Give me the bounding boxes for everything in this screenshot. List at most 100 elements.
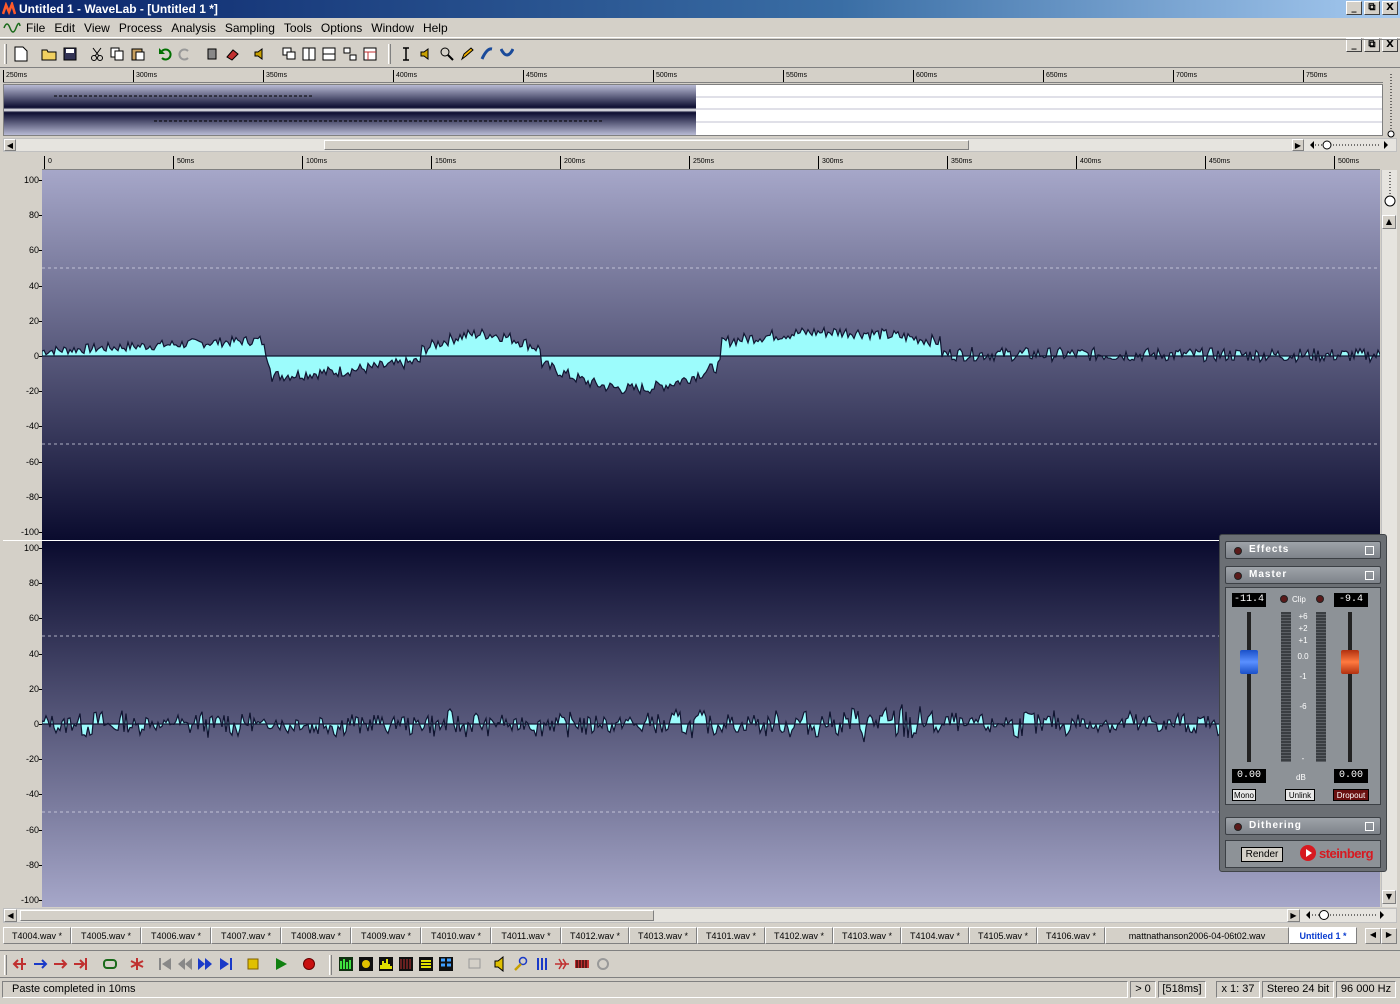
fast-forward-icon[interactable] [196, 955, 214, 973]
undo-icon[interactable] [155, 44, 175, 64]
trim-icon[interactable] [202, 44, 222, 64]
effects-section-header[interactable]: Effects [1225, 541, 1381, 559]
document-tab[interactable]: mattnathanson2006-04-06t02.wav [1105, 927, 1289, 944]
eraser-icon[interactable] [222, 44, 242, 64]
zoom-factor[interactable]: x 1: 37 [1216, 981, 1260, 998]
document-tab[interactable]: T4104.wav * [901, 927, 969, 944]
marker-right-icon[interactable] [52, 955, 70, 973]
toolbar-grip[interactable] [4, 955, 7, 975]
unlink-button[interactable]: Unlink [1285, 789, 1315, 801]
rewind-icon[interactable] [176, 955, 194, 973]
menu-help[interactable]: Help [421, 21, 455, 35]
scroll-up-icon[interactable]: ▲ [1382, 215, 1396, 229]
sample-rate[interactable]: 96 000 Hz [1336, 981, 1396, 998]
record-icon[interactable] [300, 955, 318, 973]
scroll-left-icon[interactable]: ◀ [4, 909, 17, 922]
scroll-right-icon[interactable]: ▶ [1287, 909, 1300, 922]
phasescope-icon[interactable] [357, 955, 375, 973]
left-fader-track[interactable] [1247, 612, 1251, 762]
loop-icon[interactable] [101, 955, 119, 973]
document-tab[interactable]: T4008.wav * [281, 927, 351, 944]
pencil-icon[interactable] [457, 44, 477, 64]
document-tab[interactable]: T4009.wav * [351, 927, 421, 944]
tile-vertical-icon[interactable] [299, 44, 319, 64]
go-to-start-icon[interactable] [156, 955, 174, 973]
sync-icon[interactable] [594, 955, 612, 973]
close-button[interactable]: X [1382, 1, 1398, 15]
menu-view[interactable]: View [82, 21, 117, 35]
overview-time-ruler[interactable]: 250ms 300ms 350ms 400ms 450ms 500ms 550ms 600ms… [3, 70, 1383, 83]
document-tab[interactable]: T4011.wav * [491, 927, 561, 944]
waveform-right-channel[interactable] [42, 541, 1380, 907]
document-tab[interactable]: T4010.wav * [421, 927, 491, 944]
document-tab[interactable]: T4013.wav * [629, 927, 697, 944]
text-cursor-icon[interactable] [396, 44, 416, 64]
minimize-button[interactable]: _ [1346, 1, 1362, 15]
save-icon[interactable] [60, 44, 80, 64]
left-gain-display[interactable]: 0.00 [1232, 769, 1266, 783]
menu-analysis[interactable]: Analysis [169, 21, 223, 35]
toolbar-grip[interactable] [4, 44, 7, 64]
tile-horizontal-icon[interactable] [319, 44, 339, 64]
open-folder-icon[interactable] [39, 44, 59, 64]
effects-power-led[interactable] [1234, 547, 1242, 555]
edit-disabled-icon[interactable] [466, 955, 484, 973]
document-tab[interactable]: T4004.wav * [3, 927, 71, 944]
windows-cascade-icon[interactable] [279, 44, 299, 64]
play-icon[interactable] [272, 955, 290, 973]
tab-next-icon[interactable]: ▶ [1381, 928, 1397, 944]
pause-icon[interactable] [533, 955, 551, 973]
audio-format[interactable]: Stereo 24 bit [1262, 981, 1334, 998]
oscilloscope-icon[interactable] [397, 955, 415, 973]
cut-icon[interactable] [87, 44, 107, 64]
play-tool-icon[interactable] [416, 44, 436, 64]
menu-options[interactable]: Options [319, 21, 369, 35]
right-gain-display[interactable]: 0.00 [1334, 769, 1368, 783]
clip-left-led[interactable] [1280, 595, 1288, 603]
document-tab[interactable]: Untitled 1 * [1289, 927, 1357, 944]
horizontal-scrollbar[interactable]: ◀ ▶ [3, 908, 1397, 923]
document-tab[interactable]: T4006.wav * [141, 927, 211, 944]
noise-icon[interactable] [573, 955, 591, 973]
clip-right-led[interactable] [1316, 595, 1324, 603]
master-expand-checkbox[interactable] [1365, 571, 1374, 580]
workspace-icon[interactable] [360, 44, 380, 64]
speaker-icon[interactable] [250, 44, 270, 64]
overview-scroll-thumb[interactable] [324, 140, 969, 150]
overview-waveform[interactable] [3, 84, 1383, 136]
wavescope-icon[interactable] [417, 955, 435, 973]
effects-expand-checkbox[interactable] [1365, 546, 1374, 555]
dithering-power-led[interactable] [1234, 823, 1242, 831]
menu-tools[interactable]: Tools [282, 21, 319, 35]
overview-vertical-zoom[interactable] [1385, 70, 1397, 138]
punch-icon[interactable] [128, 955, 146, 973]
dithering-expand-checkbox[interactable] [1365, 822, 1374, 831]
tab-prev-icon[interactable]: ◀ [1365, 928, 1381, 944]
search-tool-icon[interactable] [512, 955, 530, 973]
document-tab[interactable]: T4007.wav * [211, 927, 281, 944]
horizontal-scroll-thumb[interactable] [20, 910, 654, 921]
scroll-down-icon[interactable]: ▼ [1382, 890, 1396, 904]
dithering-section-header[interactable]: Dithering [1225, 817, 1381, 835]
document-tab[interactable]: T4106.wav * [1037, 927, 1105, 944]
marker-left-icon[interactable] [11, 955, 29, 973]
overview-scrollbar[interactable]: ◀ ▶ [3, 138, 1397, 152]
document-tab[interactable]: T4005.wav * [71, 927, 141, 944]
horizontal-zoom-slider[interactable] [1305, 909, 1385, 922]
cross-audio-icon[interactable] [553, 955, 571, 973]
arrange-icon[interactable] [340, 44, 360, 64]
marker-icon[interactable] [32, 955, 50, 973]
spectroscope-icon[interactable] [377, 955, 395, 973]
redo-icon[interactable] [175, 44, 195, 64]
dropout-button[interactable]: Dropout [1333, 789, 1369, 801]
menu-file[interactable]: File [24, 21, 52, 35]
waveform-left-channel[interactable] [42, 170, 1380, 540]
level-meter-icon[interactable] [337, 955, 355, 973]
vertical-zoom-slider[interactable] [1383, 170, 1397, 220]
new-file-icon[interactable] [11, 44, 31, 64]
marker-end-icon[interactable] [72, 955, 90, 973]
scroll-left-icon[interactable]: ◀ [4, 139, 16, 151]
menu-edit[interactable]: Edit [52, 21, 82, 35]
mono-button[interactable]: Mono [1232, 789, 1256, 801]
bit-meter-icon[interactable] [437, 955, 455, 973]
